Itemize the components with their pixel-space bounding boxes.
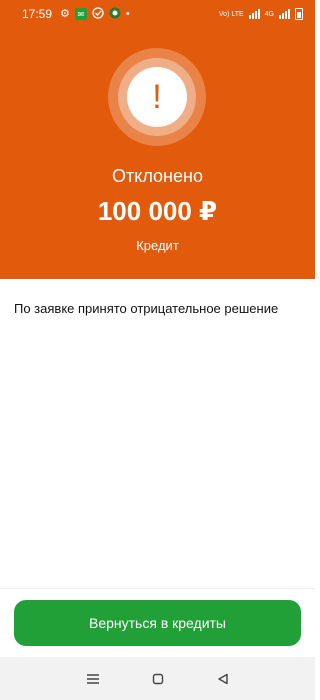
loan-amount: 100 000 ₽ [97,196,218,226]
divider [0,588,315,589]
back-triangle-icon[interactable] [213,669,233,689]
status-title: Отклонено [112,166,203,186]
notification-icon [109,7,121,22]
exclamation-symbol: ! [152,78,162,116]
battery-icon [295,8,303,20]
status-icon-ring: ! [108,48,206,146]
menu-icon[interactable] [83,669,103,689]
exclamation-icon: ! [127,67,187,127]
status-bar: 17:59 ⚙ ✉ • Vo) LTE 4G [0,0,315,28]
home-square-icon[interactable] [148,669,168,689]
back-to-credits-button[interactable]: Вернуться в кредиты [14,600,301,646]
dot-icon: • [125,8,130,20]
clock: 17:59 [22,7,53,21]
decision-message: По заявке принято отрицательное решение [14,301,279,316]
product-type: Кредит [136,238,179,253]
network-type-label: 4G [264,10,274,18]
gear-icon: ⚙ [60,8,70,20]
status-header: ! Отклонено 100 000 ₽ Кредит [0,28,315,279]
volte-label: Vo) LTE [218,10,244,18]
signal-icon-2 [279,9,290,19]
signal-icon [248,9,260,19]
app-icon: ✉ [74,8,87,20]
check-circle-icon [92,6,104,22]
system-navigation-bar [0,657,315,700]
